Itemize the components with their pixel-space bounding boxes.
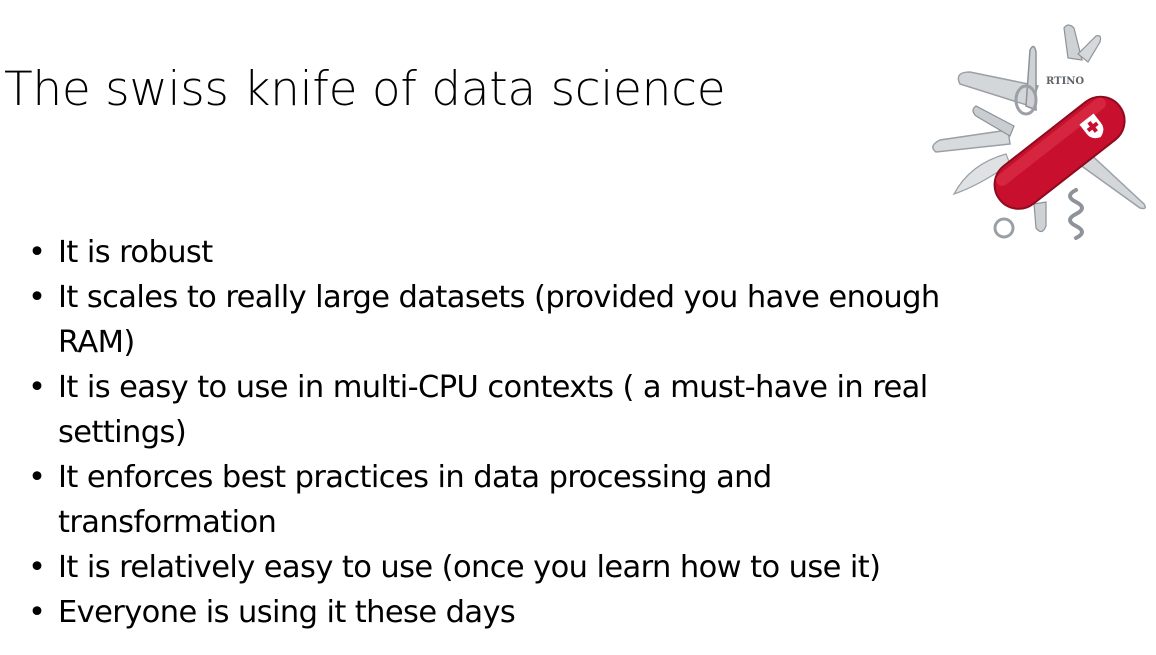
slide: The swiss knife of data science • It is r… [0,0,1156,655]
bullet-text: It is relatively easy to use (once you l… [58,550,881,585]
bullet-dot: • [28,280,46,315]
swiss-army-knife-icon: RTINO [918,14,1154,250]
bullet-item: • It is robust [0,230,1000,275]
bullet-dot: • [28,370,46,405]
slide-title: The swiss knife of data science [4,62,726,117]
corkscrew-shape [1068,188,1084,240]
bullet-list: • It is robust • It scales to really large… [0,230,1000,635]
bullet-dot: • [28,235,46,270]
bullet-text: It scales to really large datasets (prov… [58,280,940,360]
bullet-text: It is easy to use in multi-CPU contexts … [58,370,928,450]
bullet-dot: • [28,460,46,495]
opener-shape [1033,201,1047,233]
bullet-item: • It is easy to use in multi-CPU contexts… [0,365,1000,455]
bullet-text: Everyone is using it these days [58,595,516,630]
bullet-dot: • [28,550,46,585]
small-blade-shape [932,129,1011,153]
blade-engraving: RTINO [1046,76,1084,87]
bullet-item: • It enforces best practices in data proc… [0,455,1000,545]
bullet-text: It enforces best practices in data proce… [58,460,772,540]
bullet-item: • Everyone is using it these days [0,590,1000,635]
bullet-item: • It is relatively easy to use (once you … [0,545,1000,590]
bullet-item: • It scales to really large datasets (pro… [0,275,1000,365]
key-ring-shape [993,217,1015,239]
handle-shape [993,95,1126,210]
bullet-dot: • [28,595,46,630]
bullet-text: It is robust [58,235,213,270]
